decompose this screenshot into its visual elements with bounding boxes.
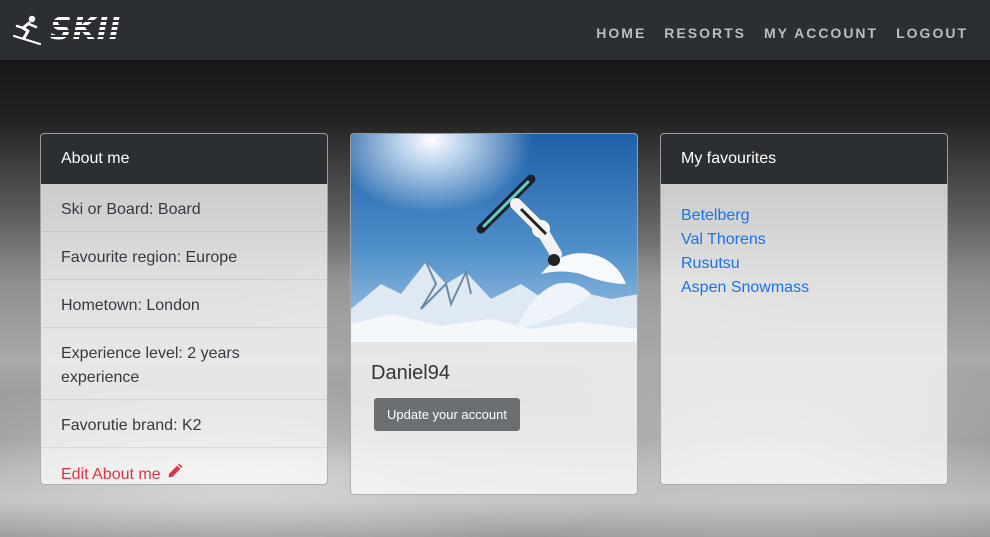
navbar: SKII HOME RESORTS MY ACCOUNT LOGOUT: [0, 0, 990, 60]
update-account-button[interactable]: Update your account: [374, 398, 520, 431]
about-item-favourite-brand: Favorutie brand: K2: [41, 400, 327, 448]
profile-username: Daniel94: [371, 362, 450, 384]
about-me-title: About me: [41, 134, 327, 184]
nav-home[interactable]: HOME: [596, 19, 646, 41]
favourite-link-val-thorens[interactable]: Val Thorens: [681, 228, 927, 252]
favourites-list: Betelberg Val Thorens Rusutsu Aspen Snow…: [661, 184, 947, 320]
nav-my-account[interactable]: MY ACCOUNT: [764, 19, 878, 41]
edit-about-me-link[interactable]: Edit About me: [41, 448, 327, 484]
logo-text: SKII: [45, 12, 124, 48]
about-item-ski-or-board: Ski or Board: Board: [41, 184, 327, 232]
nav-menu: HOME RESORTS MY ACCOUNT LOGOUT: [596, 0, 968, 60]
nav-resorts[interactable]: RESORTS: [664, 19, 746, 41]
favourite-link-betelberg[interactable]: Betelberg: [681, 204, 927, 228]
profile-photo: [351, 134, 637, 342]
favourites-card: My favourites Betelberg Val Thorens Rusu…: [660, 133, 948, 485]
nav-logout[interactable]: LOGOUT: [896, 19, 968, 41]
favourites-title: My favourites: [661, 134, 947, 184]
pencil-icon: [167, 462, 184, 484]
favourite-link-aspen-snowmass[interactable]: Aspen Snowmass: [681, 276, 927, 300]
edit-about-me-label: Edit About me: [61, 465, 161, 483]
profile-card: Daniel94 Update your account: [350, 133, 638, 495]
favourite-link-rusutsu[interactable]: Rusutsu: [681, 252, 927, 276]
about-me-card: About me Ski or Board: Board Favourite r…: [40, 133, 328, 485]
about-item-experience-level: Experience level: 2 years experience: [41, 328, 327, 400]
brand-logo[interactable]: SKII: [12, 12, 124, 48]
about-item-hometown: Hometown: London: [41, 280, 327, 328]
skier-icon: [12, 14, 42, 46]
about-item-favourite-region: Favourite region: Europe: [41, 232, 327, 280]
